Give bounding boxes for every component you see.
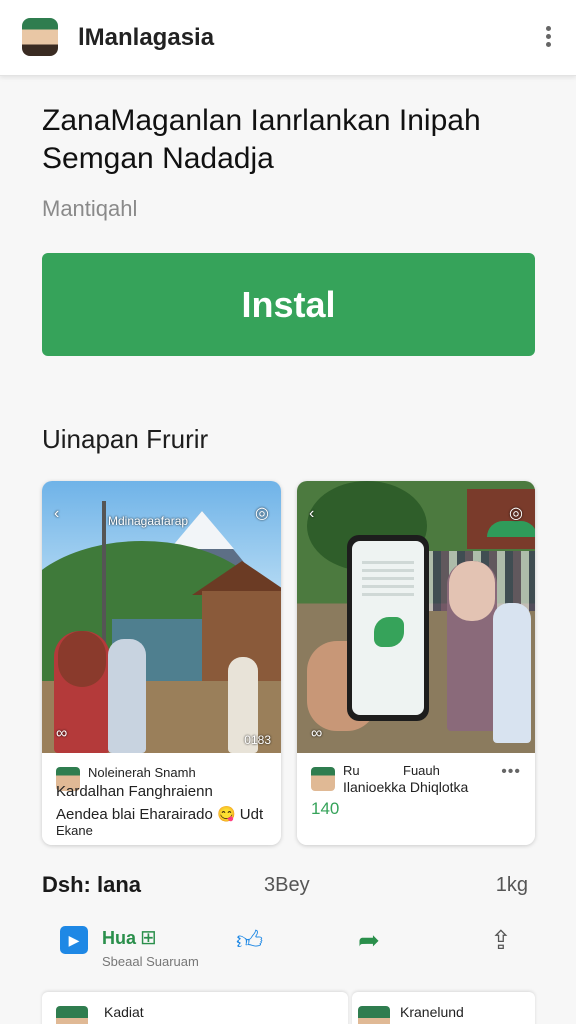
listing-headline: ZanaMaganlan Ianrlankan Inipah Semgan Na… xyxy=(42,102,542,178)
caption-author: Noleinerah Snamh xyxy=(88,765,196,780)
install-button[interactable]: Instal xyxy=(42,253,535,356)
avatar xyxy=(56,1006,88,1024)
more-horiz-icon[interactable]: ••• xyxy=(501,763,521,781)
stats-right: 1kg xyxy=(495,874,528,896)
caption-tag: Fuauh xyxy=(403,763,440,778)
caption-line: Kardalhan Fanghraienn xyxy=(56,783,213,800)
stats-label: Dsh: lana xyxy=(42,872,142,897)
caption-line: Ekane xyxy=(56,823,93,838)
infinity-icon: ∞ xyxy=(311,725,323,742)
screenshot-caption-1: Noleinerah Snamh Kardalhan Fanghraienn A… xyxy=(42,753,281,845)
chevron-left-icon[interactable]: ‹ xyxy=(309,505,314,523)
video-icon[interactable]: ▶ xyxy=(60,926,88,954)
screenshot-photo-2: ‹ ◎ ∞ xyxy=(297,481,535,753)
caption-line: Aendea blai Eharairado 😋 Udt xyxy=(56,806,264,823)
screenshot-caption-2: Ru Fuauh Ilanioekka Dhiqlotka ••• 140 xyxy=(297,753,535,845)
peek-title: Kranelund xyxy=(400,1004,464,1020)
settings-icon[interactable]: ◎ xyxy=(509,503,523,523)
chevron-left-icon[interactable]: ‹ xyxy=(54,505,59,523)
headline-line-2: Semgan Nadadja xyxy=(42,142,274,175)
screenshot-card-1[interactable]: ‹ Mdinagaafarap ◎ ∞ 0183 Noleinerah Snam… xyxy=(42,481,281,845)
thumbs-up-icon[interactable]: 👍︎ xyxy=(236,926,263,954)
caption-author: Ru xyxy=(343,763,360,778)
screenshots-section-title: Uinapan Frurir xyxy=(42,424,209,454)
next-card-left[interactable]: Kadiat xyxy=(42,992,348,1024)
share-box-icon[interactable]: ⇪ xyxy=(490,926,512,954)
caption-count: 140 xyxy=(311,799,340,818)
avatar xyxy=(311,767,335,791)
stats-middle: 3Bey xyxy=(264,874,310,896)
top-app-bar: lManlagasia xyxy=(0,0,576,76)
actions-row: ▶ Hua ⊞ Sbeaal Suaruam 👍︎ ➦ ⇪ xyxy=(0,918,576,974)
settings-icon[interactable]: ◎ xyxy=(255,503,269,523)
caption-line: Ilanioekka Dhiqlotka xyxy=(343,779,469,795)
app-title: lManlagasia xyxy=(78,24,215,51)
more-vert-icon[interactable] xyxy=(544,26,552,48)
primary-action-label[interactable]: Hua xyxy=(102,928,136,949)
peek-title: Kadiat xyxy=(104,1004,144,1020)
photo-badge: 0183 xyxy=(244,733,271,747)
headline-line-1: ZanaMaganlan Ianrlankan Inipah xyxy=(42,104,481,137)
app-avatar[interactable] xyxy=(22,18,58,56)
primary-action-sub: Sbeaal Suaruam xyxy=(102,954,199,969)
avatar xyxy=(358,1006,390,1024)
next-card-right[interactable]: Kranelund xyxy=(352,992,535,1024)
developer-name[interactable]: Mantiqahl xyxy=(42,196,137,222)
stats-row: Dsh: lana 3Bey 1kg xyxy=(42,872,528,902)
screenshot-photo-1: ‹ Mdinagaafarap ◎ ∞ 0183 xyxy=(42,481,281,753)
screenshot-card-2[interactable]: ‹ ◎ ∞ Ru Fuauh Ilanioekka Dhiqlotka ••• … xyxy=(297,481,535,845)
infinity-icon: ∞ xyxy=(56,725,68,742)
share-arrow-icon[interactable]: ➦ xyxy=(358,926,380,954)
phone-image xyxy=(347,535,429,721)
photo-overlay-text: Mdinagaafarap xyxy=(108,514,189,528)
plus-badge-icon: ⊞ xyxy=(140,927,157,949)
